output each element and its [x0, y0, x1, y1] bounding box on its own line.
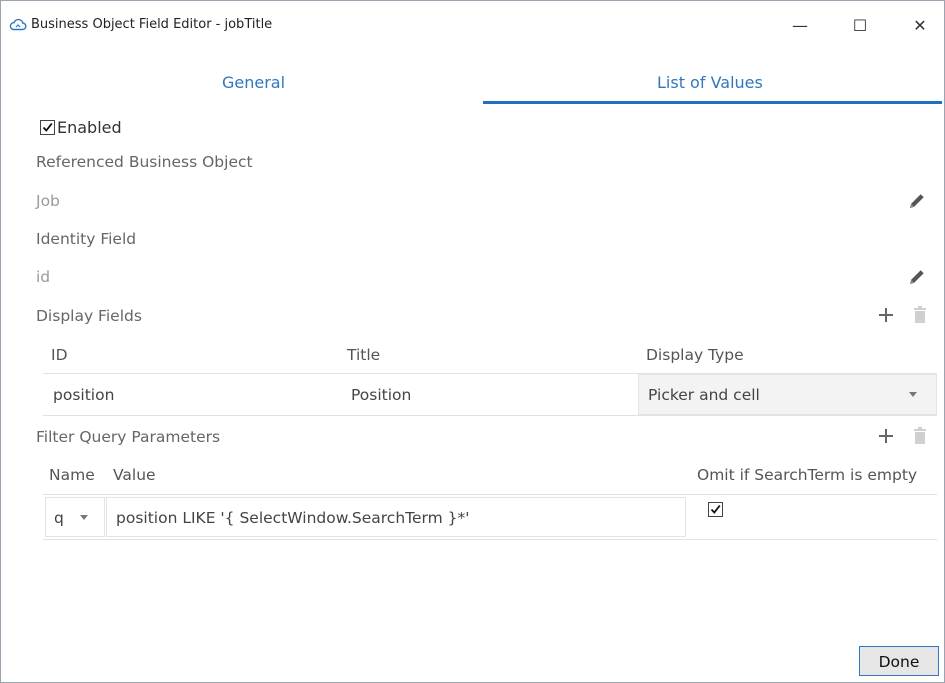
business-object-field-editor-window: Business Object Field Editor - jobTitle …	[0, 0, 945, 683]
param-name-value: q	[54, 509, 64, 527]
plus-icon[interactable]	[877, 427, 895, 445]
param-name-select[interactable]: q	[45, 497, 105, 537]
display-field-title-cell[interactable]: Position	[351, 386, 411, 404]
enabled-checkbox[interactable]	[40, 120, 55, 135]
enabled-label: Enabled	[57, 118, 122, 137]
display-type-value: Picker and cell	[648, 386, 760, 404]
omit-if-empty-checkbox[interactable]	[708, 502, 723, 517]
chevron-down-icon	[909, 392, 917, 397]
window-title: Business Object Field Editor - jobTitle	[31, 17, 273, 32]
minimize-button[interactable]: —	[777, 11, 823, 41]
display-fields-label: Display Fields	[36, 307, 142, 325]
trash-icon[interactable]	[913, 427, 927, 445]
param-value-input[interactable]: position LIKE '{ SelectWindow.SearchTerm…	[106, 497, 686, 537]
filter-query-parameters-label: Filter Query Parameters	[36, 428, 221, 446]
plus-icon[interactable]	[877, 306, 895, 324]
identity-field-value: id	[36, 268, 51, 286]
chevron-down-icon	[80, 515, 88, 520]
tab-list-of-values[interactable]: List of Values	[657, 73, 763, 92]
tab-selected-indicator	[483, 101, 942, 104]
display-fields-header-display-type: Display Type	[646, 346, 744, 364]
filter-header-name: Name	[49, 466, 95, 484]
close-button[interactable]: ✕	[897, 11, 943, 41]
cloud-icon	[9, 16, 27, 34]
display-type-select[interactable]: Picker and cell	[638, 374, 937, 415]
maximize-button[interactable]: ☐	[837, 11, 883, 41]
referenced-business-object-value: Job	[36, 192, 60, 210]
display-fields-header-id: ID	[51, 346, 68, 364]
done-button[interactable]: Done	[859, 646, 939, 676]
filter-header-omit: Omit if SearchTerm is empty	[697, 466, 918, 484]
identity-field-label: Identity Field	[36, 230, 137, 248]
pencil-icon[interactable]	[907, 267, 927, 287]
display-fields-header-title: Title	[347, 346, 381, 364]
title-bar: Business Object Field Editor - jobTitle …	[1, 1, 944, 51]
tab-general[interactable]: General	[222, 73, 285, 92]
filter-header-value: Value	[113, 466, 156, 484]
pencil-icon[interactable]	[907, 191, 927, 211]
display-field-id-cell[interactable]: position	[53, 386, 114, 404]
referenced-business-object-label: Referenced Business Object	[36, 153, 253, 171]
trash-icon[interactable]	[913, 306, 927, 324]
param-value-text: position LIKE '{ SelectWindow.SearchTerm…	[116, 509, 470, 527]
